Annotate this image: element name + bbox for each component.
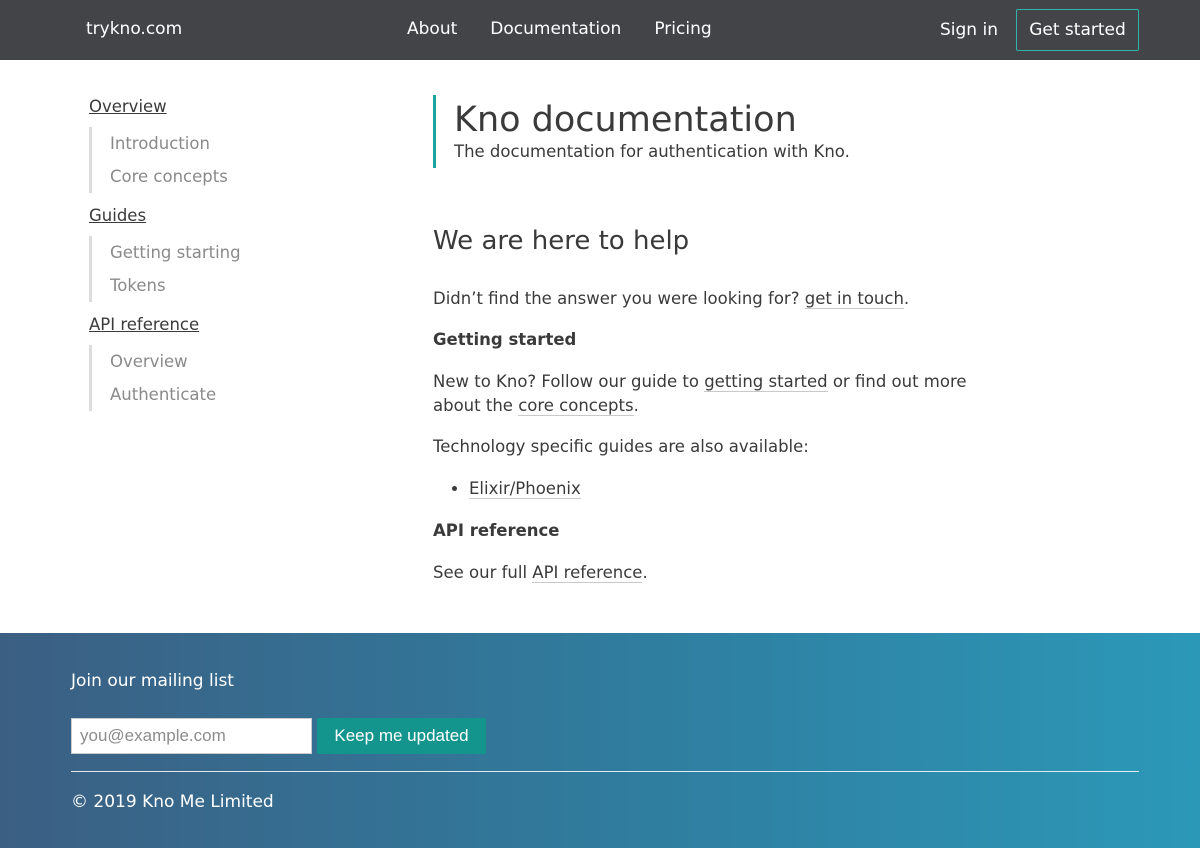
sidebar-heading-guides[interactable]: Guides [89, 204, 319, 228]
sidebar-heading-overview[interactable]: Overview [89, 95, 319, 119]
gs-text: New to Kno? Follow our guide to [433, 372, 705, 391]
main-content: Kno documentation The documentation for … [433, 95, 993, 585]
getting-started-paragraph: New to Kno? Follow our guide to getting … [433, 370, 993, 418]
sidebar-item-tokens[interactable]: Tokens [110, 269, 319, 302]
api-reference-paragraph: See our full API reference. [433, 561, 993, 585]
help-heading: We are here to help [433, 226, 690, 256]
sidebar-item-api-overview[interactable]: Overview [110, 345, 319, 378]
nav-link-documentation[interactable]: Documentation [490, 0, 621, 58]
sidebar-section-overview: Overview Introduction Core concepts [89, 95, 319, 193]
nav-link-about[interactable]: About [407, 0, 457, 58]
sidebar-section-api-reference: API reference Overview Authenticate [89, 313, 319, 411]
api-text: . [642, 563, 648, 582]
core-concepts-link[interactable]: core concepts [518, 396, 634, 416]
copyright-text: © 2019 Kno Me Limited [71, 792, 274, 812]
email-input[interactable] [71, 718, 312, 754]
nav-link-pricing[interactable]: Pricing [654, 0, 711, 58]
api-text: See our full [433, 563, 533, 582]
sidebar-item-authenticate[interactable]: Authenticate [110, 378, 319, 411]
api-reference-heading: API reference [433, 521, 560, 540]
sidebar-item-introduction[interactable]: Introduction [110, 127, 319, 160]
intro-paragraph: Didn’t find the answer you were looking … [433, 287, 993, 311]
sidebar-item-getting-starting[interactable]: Getting starting [110, 236, 319, 269]
sidebar-item-core-concepts[interactable]: Core concepts [110, 160, 319, 193]
intro-text: Didn’t find the answer you were looking … [433, 289, 805, 308]
intro-period: . [903, 289, 910, 308]
get-started-button[interactable]: Get started [1016, 9, 1139, 51]
site-footer: Join our mailing list Keep me updated © … [0, 633, 1200, 848]
main-nav: About Documentation Pricing [407, 0, 745, 58]
sidebar-section-guides: Guides Getting starting Tokens [89, 204, 319, 302]
sidebar-list: Getting starting Tokens [89, 236, 319, 302]
page-subtitle: The documentation for authentication wit… [454, 142, 850, 161]
tech-guides-list: Elixir/Phoenix [433, 477, 993, 501]
get-in-touch-link[interactable]: get in touch [804, 289, 904, 309]
sign-in-link[interactable]: Sign in [940, 0, 998, 60]
page-header: Kno documentation The documentation for … [433, 95, 993, 168]
getting-started-link[interactable]: getting started [704, 372, 828, 392]
gs-text: . [633, 396, 639, 415]
page-title: Kno documentation [454, 100, 797, 140]
keep-me-updated-button[interactable]: Keep me updated [317, 718, 486, 754]
sidebar-heading-api-reference[interactable]: API reference [89, 313, 319, 337]
sidebar-list: Overview Authenticate [89, 345, 319, 411]
api-reference-link[interactable]: API reference [532, 563, 643, 583]
top-navbar: trykno.com About Documentation Pricing S… [0, 0, 1200, 60]
elixir-phoenix-link[interactable]: Elixir/Phoenix [469, 479, 581, 499]
brand-link[interactable]: trykno.com [86, 0, 182, 58]
mailing-list-title: Join our mailing list [71, 671, 234, 691]
docs-sidebar: Overview Introduction Core concepts Guid… [89, 95, 319, 422]
sidebar-list: Introduction Core concepts [89, 127, 319, 193]
getting-started-heading: Getting started [433, 330, 577, 349]
tech-guides-text: Technology specific guides are also avai… [433, 437, 809, 456]
list-item: Elixir/Phoenix [469, 477, 993, 501]
footer-divider [71, 771, 1139, 772]
